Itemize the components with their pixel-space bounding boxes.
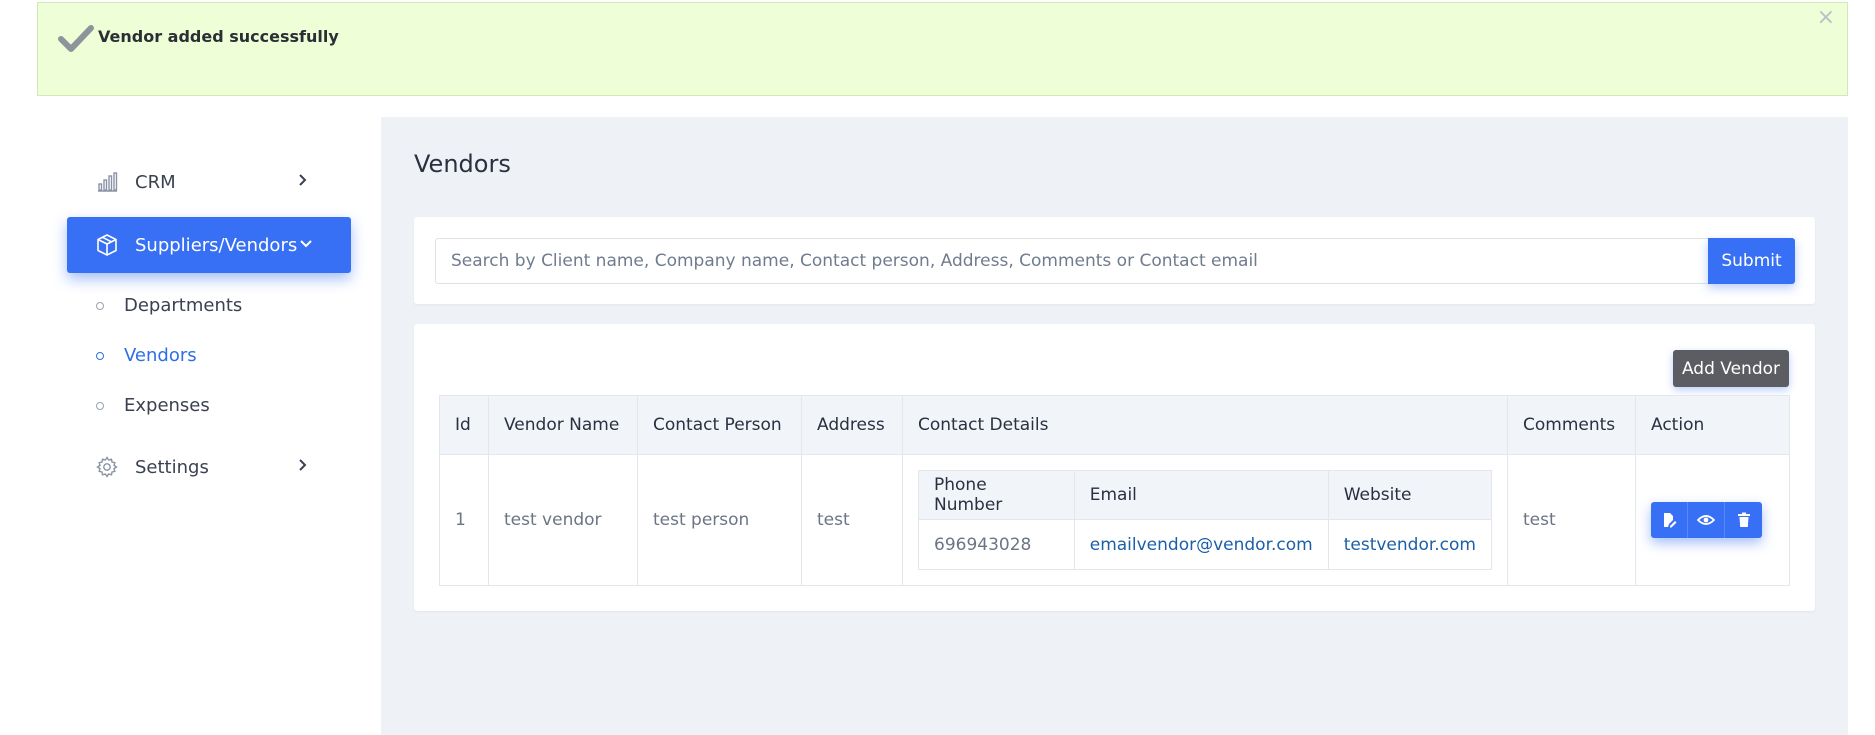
- box-icon: [97, 234, 117, 256]
- column-header-comments: Comments: [1507, 395, 1636, 455]
- add-vendor-button[interactable]: Add Vendor: [1673, 350, 1789, 387]
- sidebar-item-suppliers-vendors[interactable]: Suppliers/Vendors: [67, 217, 351, 273]
- eye-icon: [1697, 515, 1715, 525]
- inner-header-website: Website: [1327, 470, 1493, 520]
- sidebar-item-label: CRM: [135, 171, 176, 193]
- success-alert: Vendor added successfully ×: [37, 2, 1848, 96]
- chevron-down-icon: [300, 240, 312, 248]
- cell-comments: test: [1507, 454, 1636, 586]
- gear-icon: [96, 456, 118, 478]
- search-card: Submit: [414, 217, 1815, 304]
- sidebar-item-label: Settings: [135, 456, 209, 478]
- column-header-contact-details: Contact Details: [902, 395, 1508, 455]
- close-icon[interactable]: ×: [1817, 5, 1835, 30]
- column-header-vendor-name: Vendor Name: [488, 395, 638, 455]
- action-button-group: [1651, 502, 1762, 538]
- bar-chart-icon: [98, 172, 118, 192]
- cell-contact-person: test person: [637, 454, 802, 586]
- inner-header-email: Email: [1073, 470, 1329, 520]
- vendors-table: Id Vendor Name Contact Person Address Co…: [439, 395, 1790, 586]
- cell-vendor-name: test vendor: [488, 454, 638, 586]
- submit-button[interactable]: Submit: [1708, 238, 1795, 284]
- bullet-icon: [96, 301, 104, 310]
- sidebar-subitem-label: Departments: [124, 295, 243, 316]
- website-link[interactable]: testvendor.com: [1327, 519, 1493, 570]
- column-header-id: Id: [439, 395, 489, 455]
- table-row: 1 test vendor test person test Phone Num…: [439, 454, 1790, 586]
- cell-contact-details: Phone Number Email Website 696943028 ema…: [902, 454, 1508, 586]
- email-link[interactable]: emailvendor@vendor.com: [1073, 519, 1329, 570]
- bullet-icon: [96, 351, 104, 360]
- sidebar-subitem-label: Vendors: [124, 345, 197, 366]
- vendors-card: Add Vendor Id Vendor Name Contact Person…: [414, 324, 1815, 611]
- trash-icon: [1737, 512, 1750, 527]
- column-header-contact-person: Contact Person: [637, 395, 802, 455]
- edit-icon: [1664, 513, 1677, 528]
- sidebar-subitem-label: Expenses: [124, 395, 210, 416]
- cell-id: 1: [439, 454, 489, 586]
- page-title: Vendors: [414, 150, 511, 178]
- column-header-action: Action: [1635, 395, 1790, 455]
- sidebar-subitem-vendors[interactable]: Vendors: [96, 345, 197, 366]
- cell-action: [1635, 454, 1790, 586]
- delete-button[interactable]: [1725, 502, 1762, 538]
- edit-button[interactable]: [1651, 502, 1688, 538]
- table-header-row: Id Vendor Name Contact Person Address Co…: [439, 395, 1790, 455]
- sidebar-item-label: Suppliers/Vendors: [135, 234, 298, 256]
- sidebar-item-crm[interactable]: CRM: [67, 154, 351, 210]
- chevron-right-icon: [299, 459, 307, 471]
- sidebar-item-settings[interactable]: Settings: [67, 439, 351, 495]
- sidebar-subitem-expenses[interactable]: Expenses: [96, 395, 210, 416]
- view-button[interactable]: [1688, 502, 1725, 538]
- bullet-icon: [96, 401, 104, 410]
- cell-address: test: [801, 454, 903, 586]
- alert-message: Vendor added successfully: [98, 27, 339, 46]
- sidebar-subitem-departments[interactable]: Departments: [96, 295, 242, 316]
- column-header-address: Address: [801, 395, 903, 455]
- cell-phone: 696943028: [918, 519, 1075, 570]
- chevron-right-icon: [299, 174, 307, 186]
- inner-header-phone: Phone Number: [918, 470, 1075, 520]
- search-input[interactable]: [435, 238, 1708, 284]
- contact-details-table: Phone Number Email Website 696943028 ema…: [918, 470, 1493, 570]
- checkmark-icon: [58, 25, 94, 52]
